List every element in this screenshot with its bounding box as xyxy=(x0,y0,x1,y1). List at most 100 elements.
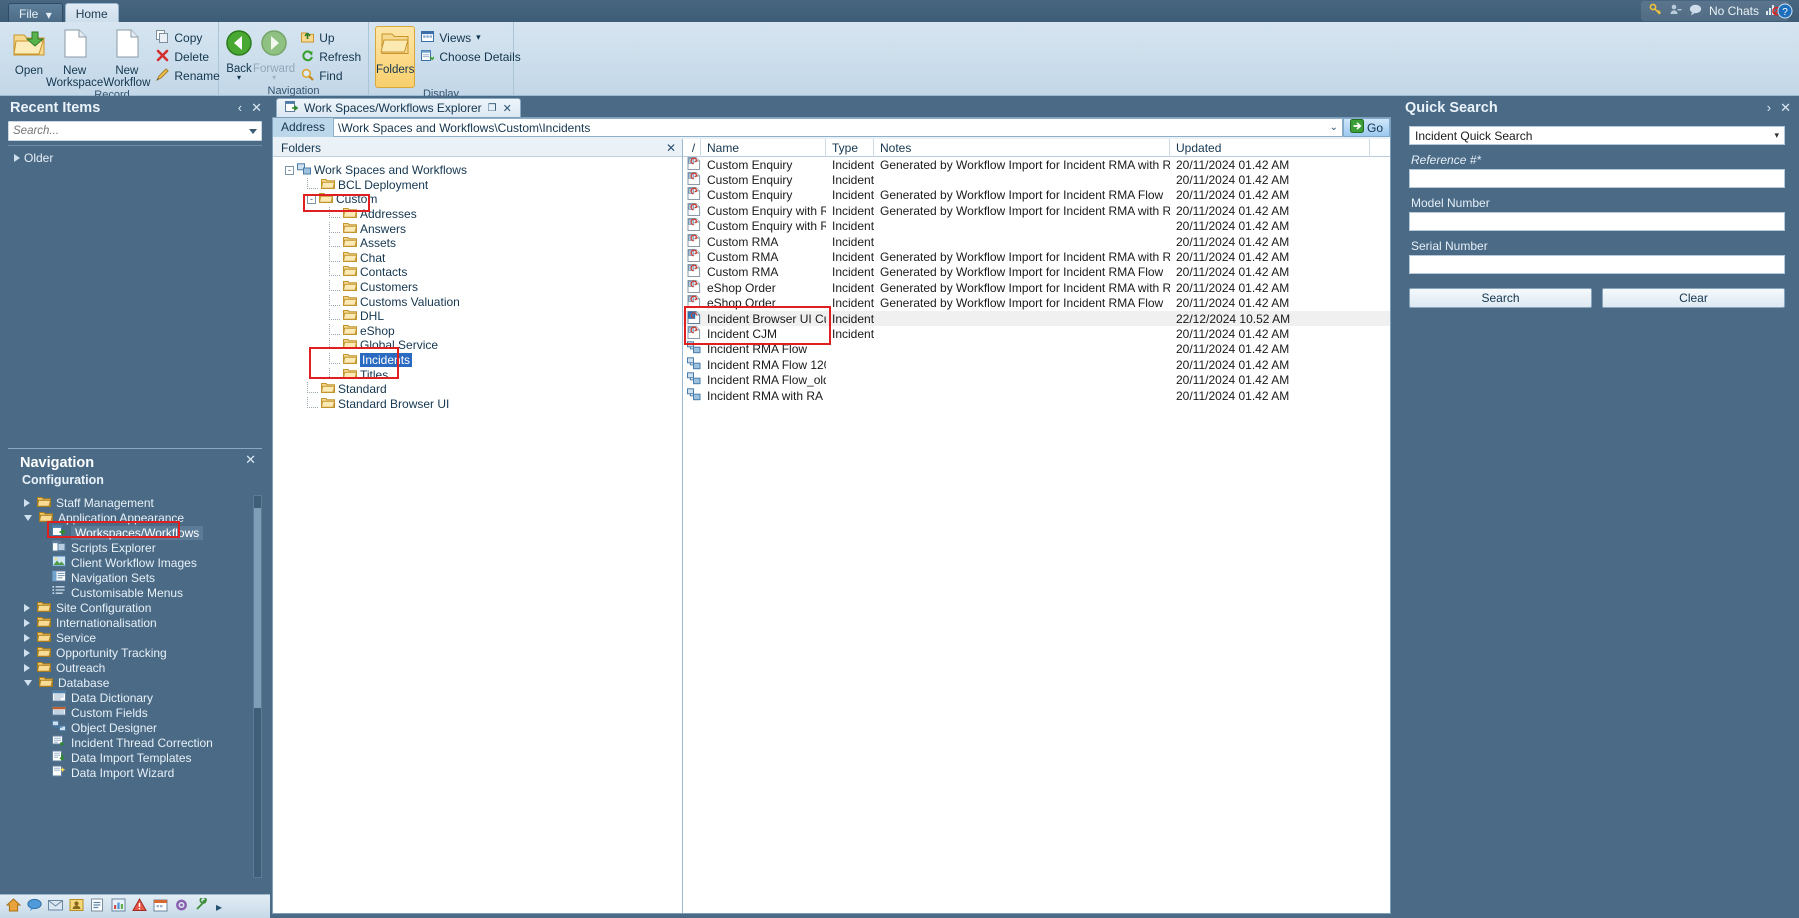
folder-tree-item-chat[interactable]: Chat xyxy=(279,250,682,266)
table-row[interactable]: Custom RMA Incident Generated by Workflow … xyxy=(683,249,1390,264)
close-icon[interactable]: ✕ xyxy=(503,102,512,115)
chat-icon[interactable] xyxy=(27,898,42,915)
table-row[interactable]: Incident Browser UI Custom Incident 22/12/… xyxy=(683,310,1390,327)
chevron-down-icon[interactable] xyxy=(249,128,257,134)
table-row[interactable]: Custom Enquiry Incident 20/11/2024 01.42 A… xyxy=(683,172,1390,187)
home-icon[interactable] xyxy=(5,898,22,915)
address-input[interactable]: \Work Spaces and Workflows\Custom\Incide… xyxy=(334,118,1343,137)
nav-item-workspaces-workflows[interactable]: Workspaces/Workflows xyxy=(8,525,262,540)
model-number-field[interactable] xyxy=(1409,212,1785,231)
folder-tree-item-answers[interactable]: Answers xyxy=(279,221,682,236)
help-icon[interactable]: ? xyxy=(1777,3,1793,22)
table-row[interactable]: Custom RMA Incident Generated by Workflow … xyxy=(683,264,1390,280)
table-row[interactable]: eShop Order Incident Generated by Workflow… xyxy=(683,279,1390,295)
scrollbar-thumb[interactable] xyxy=(254,508,261,708)
tools-icon[interactable] xyxy=(195,896,210,915)
search-input[interactable] xyxy=(13,125,249,137)
column-header-updated[interactable]: Updated xyxy=(1170,139,1370,157)
folder-tree-item-assets[interactable]: Assets xyxy=(279,236,682,251)
folder-tree-item-standard-browser-ui[interactable]: Standard Browser UI xyxy=(279,396,682,412)
nav-item-object-designer[interactable]: Object Designer xyxy=(8,720,262,735)
table-row[interactable]: Incident CJM Incident 20/11/2024 01.42 AM xyxy=(683,326,1390,341)
chevron-right-icon[interactable] xyxy=(14,153,20,162)
forward-button[interactable]: Forward ▾ xyxy=(253,26,295,82)
column-header-type[interactable]: Type xyxy=(826,139,874,157)
folders-toggle-button[interactable]: Folders xyxy=(375,26,416,88)
user-icon[interactable] xyxy=(1669,3,1682,19)
expander-collapse-icon[interactable]: - xyxy=(285,165,294,175)
reports-icon[interactable] xyxy=(111,898,126,915)
table-row[interactable]: Incident RMA Flow 20/11/2024 01.42 AM xyxy=(683,341,1390,357)
table-row[interactable]: eShop Order Incident Generated by Workflow… xyxy=(683,295,1390,311)
nav-item-outreach[interactable]: Outreach xyxy=(8,660,262,675)
folder-tree-item-addresses[interactable]: Addresses xyxy=(279,207,682,222)
nav-item-site-configuration[interactable]: Site Configuration xyxy=(8,600,262,615)
nav-item-navigation-sets[interactable]: Navigation Sets xyxy=(8,570,262,585)
contacts-icon[interactable] xyxy=(69,898,84,915)
folder-tree-item-customers[interactable]: Customers xyxy=(279,280,682,295)
nav-item-data-import-wizard[interactable]: Data Import Wizard xyxy=(8,765,262,780)
navigation-scrollbar[interactable] xyxy=(253,495,262,878)
nav-item-service[interactable]: Service xyxy=(8,630,262,645)
column-header-name[interactable]: Name xyxy=(701,139,826,157)
close-icon[interactable]: ✕ xyxy=(666,141,676,155)
nav-item-scripts-explorer[interactable]: Scripts Explorer xyxy=(8,540,262,555)
folder-tree-item-eshop[interactable]: eShop xyxy=(279,323,682,339)
table-row[interactable]: Incident RMA with RA 20/11/2024 01.42 AM xyxy=(683,387,1390,403)
chevron-down-icon[interactable]: ▾ xyxy=(237,74,241,82)
column-header-notes[interactable]: Notes xyxy=(874,139,1170,157)
expander-collapse-icon[interactable]: - xyxy=(307,194,316,204)
settings-icon[interactable] xyxy=(174,898,189,915)
nav-item-database[interactable]: Database xyxy=(8,675,262,690)
new-workspace-button[interactable]: New Workspace xyxy=(46,26,103,89)
column-header-[interactable]: / xyxy=(683,139,701,157)
nav-item-staff-management[interactable]: Staff Management xyxy=(8,495,262,510)
clear-button[interactable]: Clear xyxy=(1602,288,1785,308)
tasks-icon[interactable] xyxy=(90,898,105,915)
views-button[interactable]: Views ▾ xyxy=(419,28,526,47)
table-row[interactable]: Custom RMA Incident 20/11/2024 01.42 AM xyxy=(683,233,1390,249)
folder-tree-item-titles[interactable]: Titles xyxy=(279,367,682,382)
chevron-down-icon[interactable]: ▾ xyxy=(1774,130,1779,141)
recent-item-older[interactable]: Older xyxy=(8,150,262,165)
table-row[interactable]: Custom Enquiry with RA Incident 20/11/2024… xyxy=(683,218,1390,234)
chevron-right-icon[interactable]: › xyxy=(1767,100,1771,116)
folder-tree-item-incidents[interactable]: Incidents xyxy=(279,353,682,368)
chevron-down-icon[interactable]: ⌄ xyxy=(1330,122,1338,133)
chevron-down-icon[interactable] xyxy=(24,514,32,521)
chevron-right-icon[interactable] xyxy=(24,618,30,627)
reference-field[interactable] xyxy=(1409,169,1785,188)
chevron-right-icon[interactable] xyxy=(24,633,30,642)
chevron-left-icon[interactable]: ‹ xyxy=(238,100,242,116)
nav-item-internationalisation[interactable]: Internationalisation xyxy=(8,615,262,630)
mail-icon[interactable] xyxy=(48,898,63,915)
folder-tree-item-work-spaces-and-workflows[interactable]: - Work Spaces and Workflows xyxy=(279,163,682,178)
back-button[interactable]: Back ▾ xyxy=(225,26,253,82)
close-icon[interactable]: ✕ xyxy=(1780,100,1791,116)
nav-item-opportunity-tracking[interactable]: Opportunity Tracking xyxy=(8,645,262,660)
table-row[interactable]: Incident RMA Flow 12092024 20/11/2024 01.… xyxy=(683,357,1390,372)
copy-button[interactable]: Copy xyxy=(154,28,225,47)
chat-bubble-icon[interactable] xyxy=(1689,4,1702,19)
tab-home[interactable]: Home xyxy=(64,3,119,22)
chevron-down-icon[interactable] xyxy=(24,679,32,686)
chevron-right-icon[interactable] xyxy=(24,498,30,507)
nav-item-data-dictionary[interactable]: Data Dictionary xyxy=(8,690,262,705)
folder-tree-item-customs-valuation[interactable]: Customs Valuation xyxy=(279,294,682,309)
nav-item-custom-fields[interactable]: Custom Fields xyxy=(8,705,262,720)
alert-icon[interactable] xyxy=(132,897,147,915)
rename-button[interactable]: Rename xyxy=(154,66,225,85)
delete-button[interactable]: Delete xyxy=(154,47,225,66)
tab-file[interactable]: File ▾ xyxy=(8,3,63,22)
table-row[interactable]: Custom Enquiry with RA Incident Generated … xyxy=(683,202,1390,218)
key-icon[interactable] xyxy=(1649,3,1662,19)
folder-tree-item-custom[interactable]: - Custom xyxy=(279,192,682,207)
serial-number-field[interactable] xyxy=(1409,255,1785,274)
folder-tree-item-dhl[interactable]: DHL xyxy=(279,309,682,324)
nav-item-data-import-templates[interactable]: Data Import Templates xyxy=(8,750,262,765)
nav-item-customisable-menus[interactable]: Customisable Menus xyxy=(8,585,262,600)
folder-tree-item-global-service[interactable]: Global Service xyxy=(279,338,682,353)
open-button[interactable]: Open xyxy=(12,26,46,77)
new-workflow-button[interactable]: New Workflow xyxy=(103,26,150,89)
nav-item-incident-thread-correction[interactable]: Incident Thread Correction xyxy=(8,735,262,750)
